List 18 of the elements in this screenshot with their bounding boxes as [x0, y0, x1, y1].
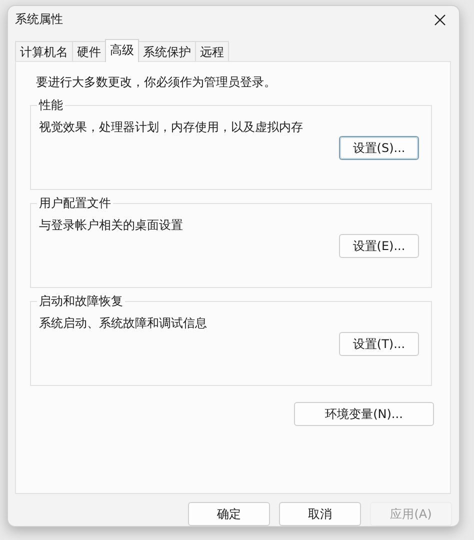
settings-button[interactable]: 设置(E)...: [339, 234, 419, 258]
group-description: 与登录帐户相关的桌面设置: [39, 217, 184, 234]
group-title: 性能: [38, 97, 64, 114]
close-icon: [434, 14, 446, 26]
settings-button[interactable]: 设置(S)...: [339, 136, 419, 160]
ok-button[interactable]: 确定: [188, 502, 270, 526]
tab[interactable]: 高级: [105, 39, 139, 62]
group-title: 启动和故障恢复: [38, 293, 124, 310]
group-description: 系统启动、系统故障和调试信息: [39, 315, 208, 332]
tab[interactable]: 计算机名: [15, 41, 73, 62]
window-title: 系统属性: [15, 11, 63, 28]
group-description: 视觉效果，处理器计划，内存使用，以及虚拟内存: [39, 119, 304, 136]
settings-button[interactable]: 设置(T)...: [339, 332, 419, 356]
group-title: 用户配置文件: [38, 195, 112, 212]
notice-text: 要进行大多数更改，你必须作为管理员登录。: [36, 74, 277, 92]
tab[interactable]: 远程: [195, 41, 229, 62]
environment-variables-button[interactable]: 环境变量(N)...: [294, 402, 434, 426]
cancel-button[interactable]: 取消: [279, 502, 361, 526]
